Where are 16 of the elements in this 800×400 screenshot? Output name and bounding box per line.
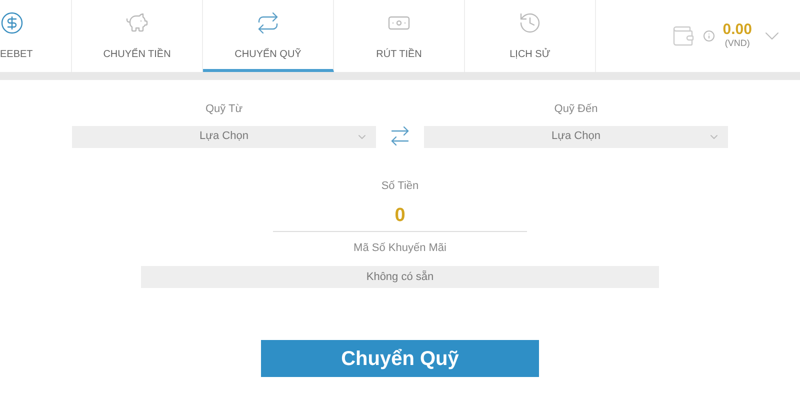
dropdown[interactable]: Lựa Chọn bbox=[424, 126, 728, 148]
balance-amount: 0.00 bbox=[722, 22, 752, 37]
transfer-button[interactable]: Chuyển Quỹ bbox=[261, 340, 539, 377]
history-icon bbox=[518, 10, 542, 34]
info-icon[interactable] bbox=[702, 30, 715, 42]
dollar-icon bbox=[0, 10, 24, 34]
dropdown[interactable]: Lựa Chọn bbox=[72, 126, 376, 148]
transfer-icon bbox=[256, 10, 280, 34]
field-label: Quỹ Từ bbox=[205, 102, 243, 117]
currency-label: (VND) bbox=[724, 36, 750, 50]
wallet-icon bbox=[670, 24, 695, 48]
promo-code-field[interactable]: Không có sẵn bbox=[141, 266, 659, 288]
field-label: Số Tiền bbox=[381, 178, 419, 194]
field-label: Quỹ Đến bbox=[554, 102, 598, 117]
field-label: Mã Số Khuyến Mãi bbox=[354, 240, 446, 256]
piggy-icon bbox=[125, 10, 149, 34]
